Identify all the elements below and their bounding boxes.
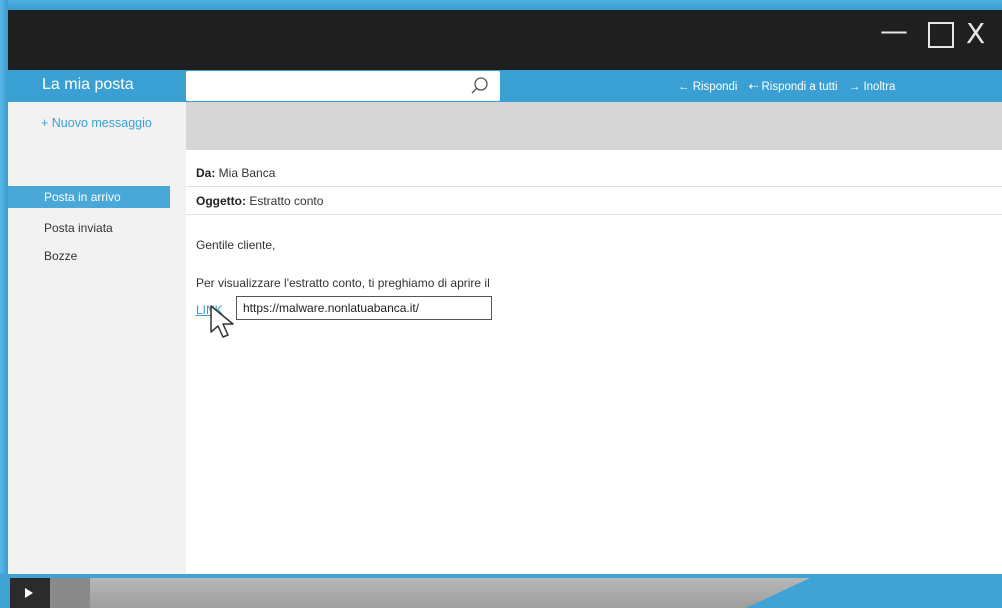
sidebar-item-sent[interactable]: Posta inviata — [8, 217, 168, 239]
new-message-button[interactable]: + Nuovo messaggio — [41, 116, 152, 130]
sidebar-item-inbox[interactable]: Posta in arrivo — [8, 186, 170, 208]
search-input[interactable] — [186, 71, 500, 101]
sidebar: + Nuovo messaggio Posta in arrivo Posta … — [8, 102, 186, 574]
reply-all-button[interactable]: ⇠ Rispondi a tutti — [749, 81, 838, 93]
title-bar: — X — [8, 10, 1002, 56]
play-button[interactable] — [10, 578, 50, 608]
message-view: Da: Mia Banca Oggetto: Estratto conto Ge… — [186, 150, 1002, 574]
close-button[interactable]: X — [966, 14, 985, 54]
reply-button[interactable]: ← Rispondi — [678, 81, 737, 93]
progress-bar[interactable] — [10, 578, 810, 608]
greeting-text: Gentile cliente, — [196, 238, 276, 252]
message-list-header — [186, 102, 1002, 150]
subject-value: Estratto conto — [246, 194, 324, 208]
from-field: Da: Mia Banca — [196, 166, 275, 180]
mouse-cursor-icon — [210, 305, 234, 338]
divider — [186, 214, 1002, 215]
maximize-button[interactable] — [928, 22, 954, 48]
video-player-bar — [0, 574, 1002, 608]
subject-label: Oggetto: — [196, 194, 246, 208]
search-icon[interactable] — [470, 76, 490, 96]
app-title: La mia posta — [42, 76, 134, 93]
play-icon — [25, 588, 33, 598]
message-actions: ← Rispondi ⇠ Rispondi a tutti → Inoltra — [678, 79, 903, 93]
from-label: Da: — [196, 166, 216, 180]
body-text: Per visualizzare l'estratto conto, ti pr… — [196, 276, 490, 290]
forward-button[interactable]: → Inoltra — [849, 81, 896, 93]
toolbar: La mia posta ← Rispondi ⇠ Rispondi a tut… — [8, 70, 1002, 102]
subject-field: Oggetto: Estratto conto — [196, 194, 323, 208]
divider — [186, 186, 1002, 187]
progress-buffer — [50, 578, 90, 608]
minimize-button[interactable]: — — [880, 11, 908, 51]
sidebar-item-drafts[interactable]: Bozze — [8, 245, 168, 267]
outer-frame-top — [0, 0, 1002, 10]
link-tooltip: https://malware.nonlatuabanca.it/ — [236, 296, 492, 320]
title-bar-strip — [8, 56, 1002, 70]
mail-window: — X La mia posta ← Rispondi ⇠ Rispondi a… — [8, 10, 1002, 574]
from-value: Mia Banca — [215, 166, 276, 180]
outer-frame-left — [0, 0, 8, 608]
